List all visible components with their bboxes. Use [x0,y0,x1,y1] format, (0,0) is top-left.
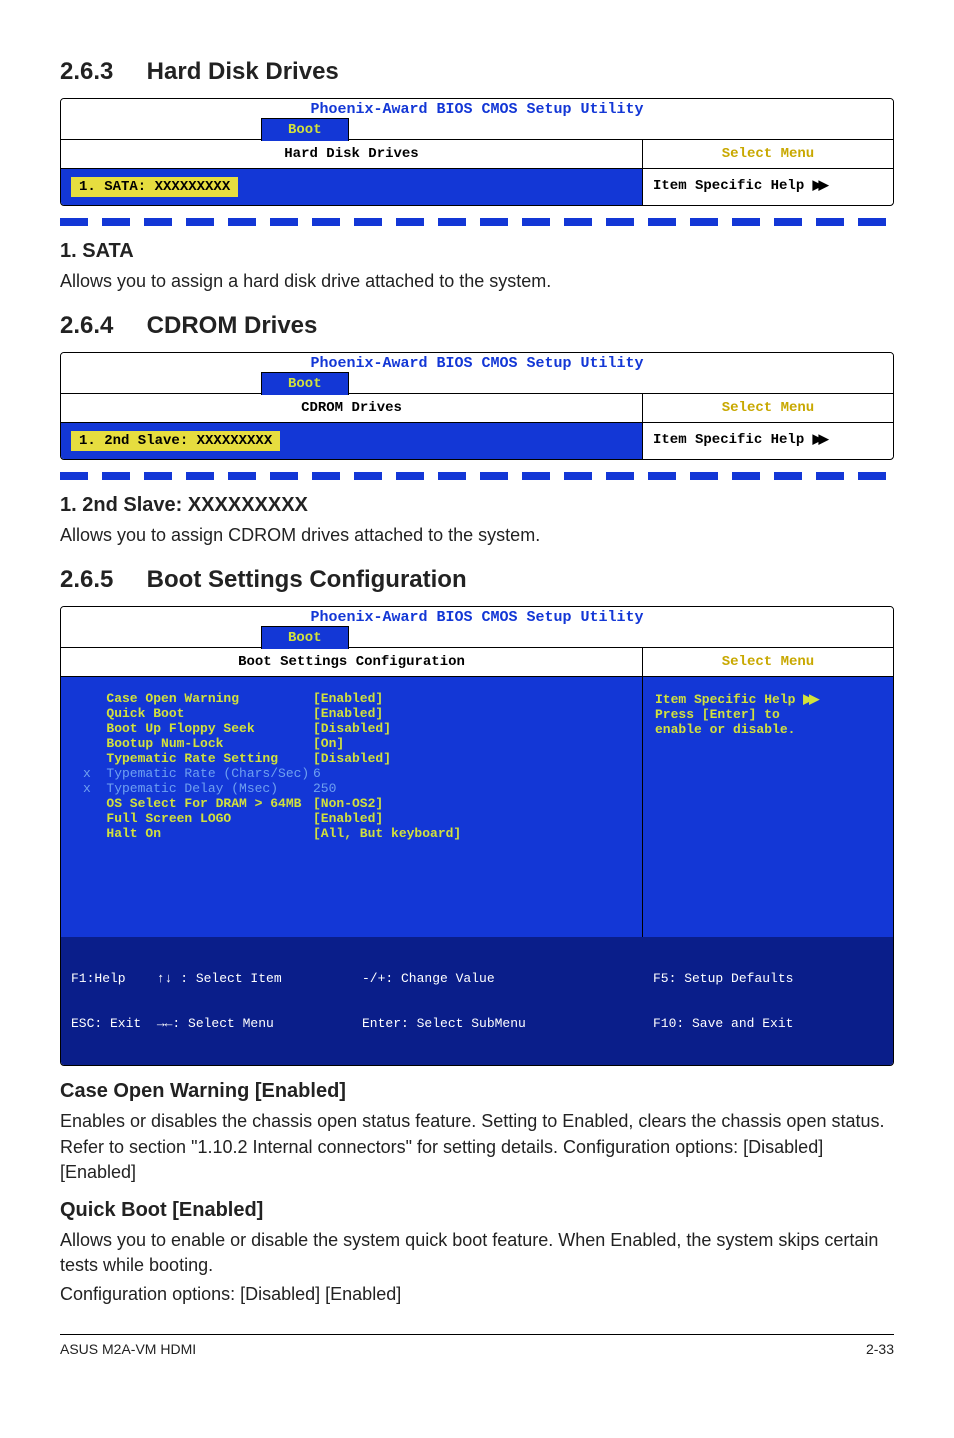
heading-264: 2.6.4 CDROM Drives [60,312,894,340]
fast-forward-icon: ▶▶ [813,431,825,446]
setting-value: [Disabled] [313,751,391,766]
page-footer: ASUS M2A-VM HDMI 2-33 [60,1334,894,1357]
setting-key: x Typematic Rate (Chars/Sec) [83,766,313,781]
footer-setup-defaults: F5: Setup Defaults [653,971,883,986]
setting-value: 6 [313,766,321,781]
bios-title: Phoenix-Award BIOS CMOS Setup Utility [61,353,893,372]
slave-text: Allows you to assign CDROM drives attach… [60,523,894,548]
slave-heading: 1. 2nd Slave: XXXXXXXXX [60,494,894,517]
bios-panel-hdd: Phoenix-Award BIOS CMOS Setup Utility Bo… [60,98,894,206]
setting-key: x Typematic Delay (Msec) [83,781,313,796]
bios-tab-row: Boot [61,626,893,648]
footer-select-submenu: Enter: Select SubMenu [362,1016,653,1031]
setting-key: Case Open Warning [83,691,313,706]
quick-boot-heading: Quick Boot [Enabled] [60,1199,894,1222]
setting-row: x Typematic Rate (Chars/Sec) 6 [83,766,630,781]
setting-value: [Enabled] [313,691,383,706]
footer-col-2: -/+: Change Value Enter: Select SubMenu [362,941,653,1061]
heading-265: 2.6.5 Boot Settings Configuration [60,566,894,594]
setting-key: Halt On [83,826,313,841]
dashed-divider [60,472,894,480]
item-help-label: Item Specific Help [653,432,813,448]
footer-save-exit: F10: Save and Exit [653,1016,883,1031]
sata-text: Allows you to assign a hard disk drive a… [60,269,894,294]
bios-panel-boot-settings: Phoenix-Award BIOS CMOS Setup Utility Bo… [60,606,894,1066]
case-open-heading: Case Open Warning [Enabled] [60,1080,894,1103]
boot-settings-panel-title: Boot Settings Configuration [61,648,642,677]
setting-key: OS Select For DRAM > 64MB [83,796,313,811]
heading-264-title: CDROM Drives [147,312,318,339]
setting-row[interactable]: Halt On[All, But keyboard] [83,826,630,841]
heading-264-num: 2.6.4 [60,312,140,340]
setting-key: Typematic Rate Setting [83,751,313,766]
footer-page-number: 2-33 [866,1341,894,1357]
hdd-list-area: 1. SATA: XXXXXXXXX [61,169,642,205]
sata-heading: 1. SATA [60,240,894,263]
case-open-text: Enables or disables the chassis open sta… [60,1109,894,1185]
footer-help-select-item: F1:Help ↑↓ : Select Item [71,971,362,986]
setting-key: Full Screen LOGO [83,811,313,826]
bios-title: Phoenix-Award BIOS CMOS Setup Utility [61,99,893,118]
bios-footer-bar: F1:Help ↑↓ : Select Item ESC: Exit →←: S… [61,937,893,1065]
setting-value: [Non-OS2] [313,796,383,811]
heading-263: 2.6.3 Hard Disk Drives [60,58,894,86]
setting-row[interactable]: Typematic Rate Setting[Disabled] [83,751,630,766]
hdd-selected-item[interactable]: 1. SATA: XXXXXXXXX [71,177,238,197]
select-menu-label: Select Menu [643,394,893,423]
setting-value: [Enabled] [313,706,383,721]
bios-title: Phoenix-Award BIOS CMOS Setup Utility [61,607,893,626]
setting-row[interactable]: OS Select For DRAM > 64MB[Non-OS2] [83,796,630,811]
heading-263-title: Hard Disk Drives [147,58,339,85]
select-menu-label: Select Menu [643,140,893,169]
fast-forward-icon: ▶▶ [803,691,815,706]
dashed-divider [60,218,894,226]
setting-row: x Typematic Delay (Msec) 250 [83,781,630,796]
bios-tab-row: Boot [61,372,893,394]
setting-row[interactable]: Quick Boot[Enabled] [83,706,630,721]
boot-settings-list: Case Open Warning[Enabled] Quick Boot[En… [61,677,643,937]
select-menu-label: Select Menu [643,648,893,677]
item-help-panel: Item Specific Help ▶▶ Press [Enter] to e… [643,677,893,937]
item-help-label: Item Specific Help [653,178,813,194]
quick-boot-text-1: Allows you to enable or disable the syst… [60,1228,894,1278]
item-help-label: Item Specific Help [655,692,803,707]
setting-row[interactable]: Case Open Warning[Enabled] [83,691,630,706]
heading-263-num: 2.6.3 [60,58,140,86]
setting-row[interactable]: Bootup Num-Lock[On] [83,736,630,751]
bios-tab-boot[interactable]: Boot [261,626,349,649]
help-line-3: enable or disable. [655,722,881,737]
footer-col-3: F5: Setup Defaults F10: Save and Exit [653,941,883,1061]
fast-forward-icon: ▶▶ [813,177,825,192]
quick-boot-text-2: Configuration options: [Disabled] [Enabl… [60,1282,894,1307]
setting-key: Bootup Num-Lock [83,736,313,751]
setting-row[interactable]: Full Screen LOGO[Enabled] [83,811,630,826]
setting-value: [Enabled] [313,811,383,826]
setting-key: Quick Boot [83,706,313,721]
hdd-panel-title: Hard Disk Drives [61,140,642,169]
help-line-2: Press [Enter] to [655,707,881,722]
setting-value: 250 [313,781,336,796]
footer-change-value: -/+: Change Value [362,971,653,986]
setting-value: [All, But keyboard] [313,826,461,841]
setting-value: [Disabled] [313,721,391,736]
bios-tab-row: Boot [61,118,893,140]
footer-exit-select-menu: ESC: Exit →←: Select Menu [71,1016,362,1031]
setting-key: Boot Up Floppy Seek [83,721,313,736]
setting-row[interactable]: Boot Up Floppy Seek[Disabled] [83,721,630,736]
item-help-area: Item Specific Help ▶▶ [643,169,893,203]
cdrom-panel-title: CDROM Drives [61,394,642,423]
footer-product: ASUS M2A-VM HDMI [60,1341,196,1357]
heading-265-num: 2.6.5 [60,566,140,594]
bios-tab-boot[interactable]: Boot [261,118,349,141]
footer-col-1: F1:Help ↑↓ : Select Item ESC: Exit →←: S… [71,941,362,1061]
bios-panel-cdrom: Phoenix-Award BIOS CMOS Setup Utility Bo… [60,352,894,460]
bios-tab-boot[interactable]: Boot [261,372,349,395]
heading-265-title: Boot Settings Configuration [147,566,467,593]
cdrom-list-area: 1. 2nd Slave: XXXXXXXXX [61,423,642,459]
item-help-area: Item Specific Help ▶▶ [643,423,893,457]
setting-value: [On] [313,736,344,751]
cdrom-selected-item[interactable]: 1. 2nd Slave: XXXXXXXXX [71,431,280,451]
